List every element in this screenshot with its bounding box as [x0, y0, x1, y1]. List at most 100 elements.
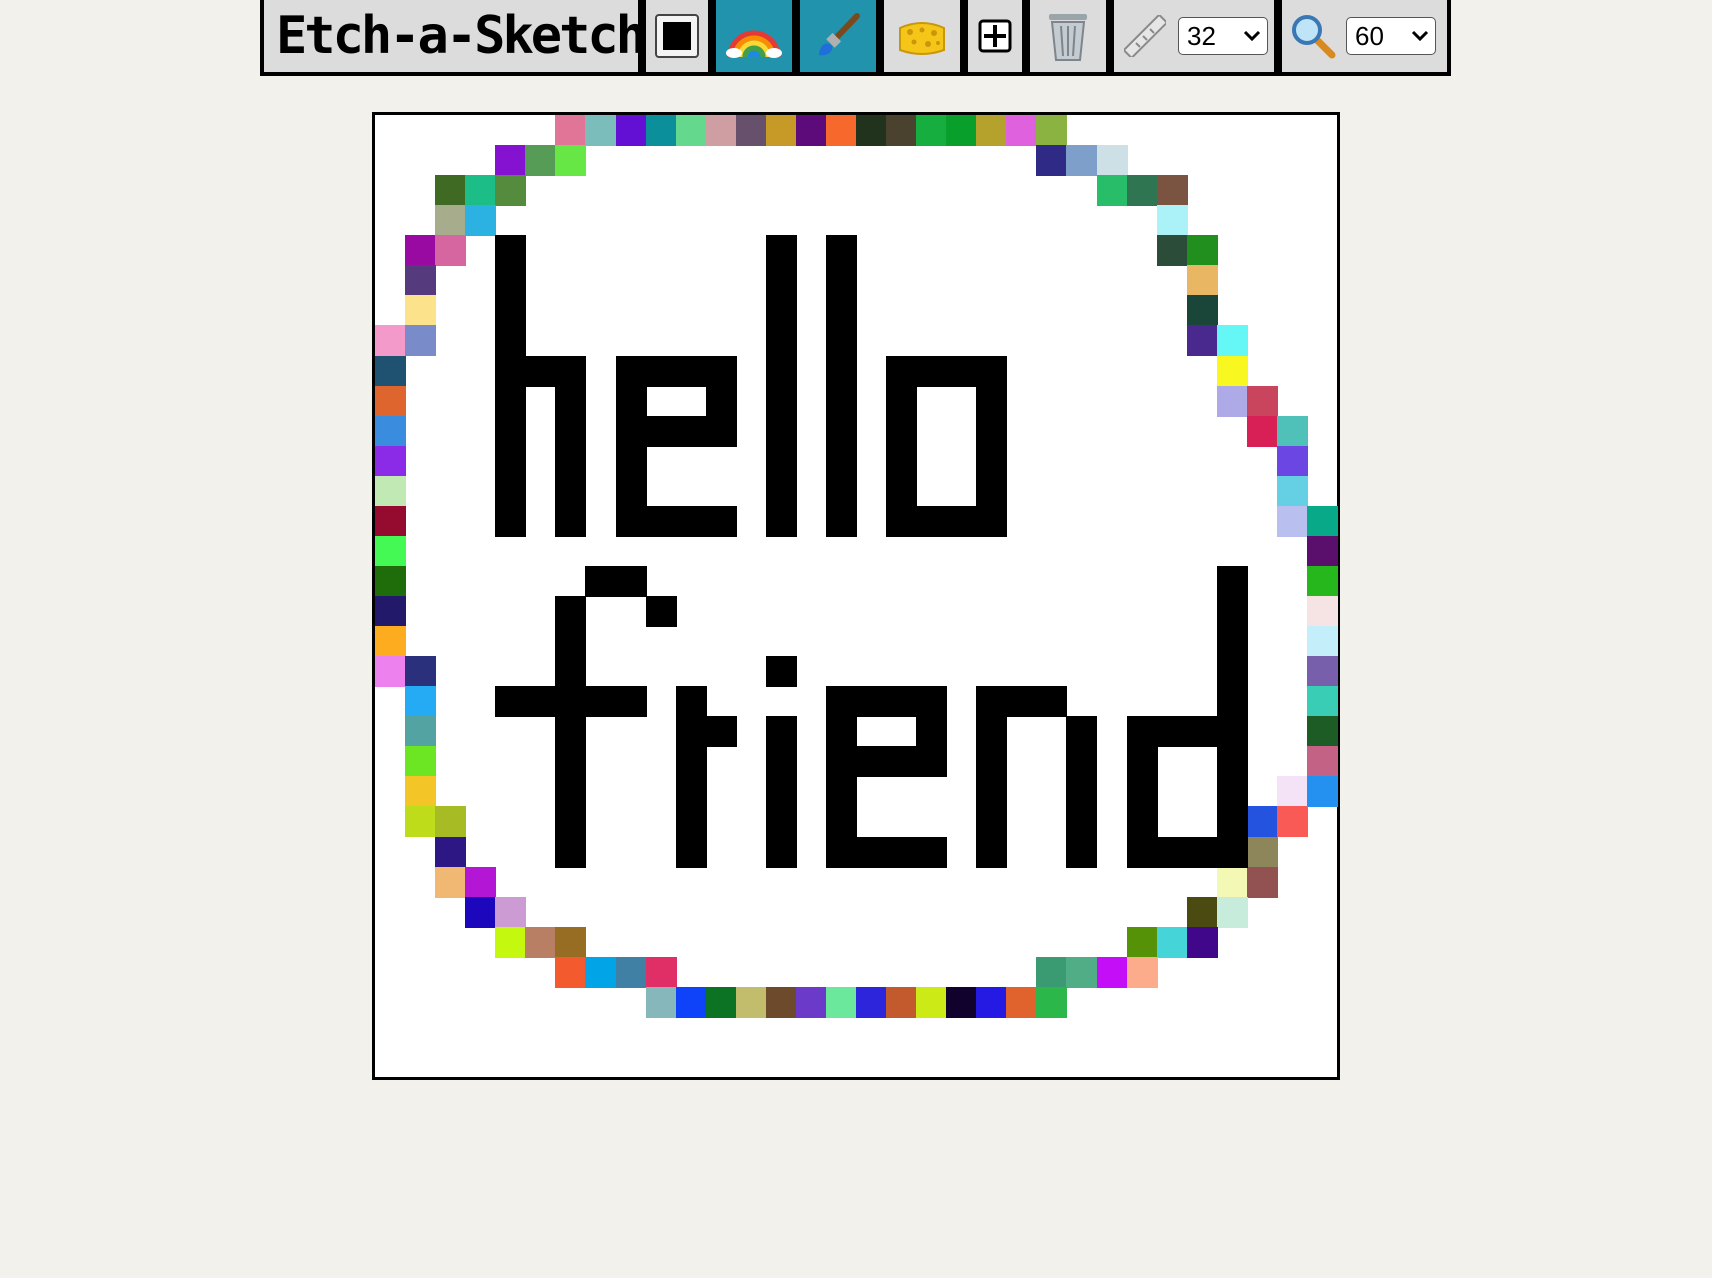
painted-cell[interactable] [1156, 175, 1188, 207]
ink-cell[interactable] [976, 385, 1008, 417]
ink-cell[interactable] [765, 355, 797, 387]
painted-cell[interactable] [585, 956, 617, 988]
ink-cell[interactable] [765, 836, 797, 868]
ink-cell[interactable] [765, 475, 797, 507]
painted-cell[interactable] [465, 866, 497, 898]
painted-cell[interactable] [1006, 986, 1038, 1018]
ink-cell[interactable] [555, 505, 587, 537]
ink-cell[interactable] [1186, 716, 1218, 748]
ink-cell[interactable] [765, 746, 797, 778]
ink-cell[interactable] [825, 806, 857, 838]
ink-cell[interactable] [675, 836, 707, 868]
painted-cell[interactable] [645, 956, 677, 988]
painted-cell[interactable] [916, 115, 948, 146]
painted-cell[interactable] [1036, 956, 1068, 988]
ink-cell[interactable] [946, 355, 978, 387]
painted-cell[interactable] [435, 235, 467, 267]
painted-cell[interactable] [375, 565, 406, 597]
ink-cell[interactable] [1216, 716, 1248, 748]
ink-cell[interactable] [946, 505, 978, 537]
painted-cell[interactable] [495, 145, 527, 177]
ink-cell[interactable] [976, 746, 1008, 778]
painted-cell[interactable] [946, 115, 978, 146]
painted-cell[interactable] [555, 145, 587, 177]
painted-cell[interactable] [1276, 776, 1308, 808]
ink-cell[interactable] [555, 776, 587, 808]
painted-cell[interactable] [825, 986, 857, 1018]
ink-cell[interactable] [555, 415, 587, 447]
painted-cell[interactable] [585, 115, 617, 146]
ink-cell[interactable] [825, 746, 857, 778]
ink-cell[interactable] [976, 716, 1008, 748]
painted-cell[interactable] [675, 986, 707, 1018]
ink-cell[interactable] [615, 445, 647, 477]
painted-cell[interactable] [1306, 535, 1338, 567]
ink-cell[interactable] [645, 415, 677, 447]
ink-cell[interactable] [765, 505, 797, 537]
painted-cell[interactable] [795, 986, 827, 1018]
ink-cell[interactable] [495, 415, 527, 447]
painted-cell[interactable] [705, 986, 737, 1018]
painted-cell[interactable] [1306, 596, 1338, 627]
ink-cell[interactable] [645, 596, 677, 627]
painted-cell[interactable] [1096, 175, 1128, 207]
ink-cell[interactable] [675, 686, 707, 718]
painted-cell[interactable] [555, 956, 587, 988]
painted-cell[interactable] [1186, 265, 1218, 297]
painted-cell[interactable] [1126, 926, 1158, 958]
painted-cell[interactable] [1156, 205, 1188, 237]
ink-cell[interactable] [886, 415, 918, 447]
ink-cell[interactable] [1066, 716, 1098, 748]
ink-cell[interactable] [705, 505, 737, 537]
ink-cell[interactable] [825, 295, 857, 327]
painted-cell[interactable] [675, 115, 707, 146]
ink-cell[interactable] [825, 776, 857, 808]
ink-cell[interactable] [976, 505, 1008, 537]
ink-cell[interactable] [705, 385, 737, 417]
painted-cell[interactable] [405, 776, 437, 808]
ink-cell[interactable] [615, 505, 647, 537]
ink-cell[interactable] [916, 746, 948, 778]
color-picker[interactable] [655, 14, 699, 58]
painted-cell[interactable] [856, 115, 887, 146]
ink-cell[interactable] [675, 716, 707, 748]
ink-cell[interactable] [976, 445, 1008, 477]
ink-cell[interactable] [1126, 806, 1158, 838]
ink-cell[interactable] [1126, 836, 1158, 868]
ink-cell[interactable] [916, 686, 948, 718]
painted-cell[interactable] [375, 445, 406, 477]
ink-cell[interactable] [615, 686, 647, 718]
ink-cell[interactable] [825, 445, 857, 477]
ink-cell[interactable] [615, 355, 647, 387]
ink-cell[interactable] [1216, 746, 1248, 778]
painted-cell[interactable] [645, 986, 677, 1018]
ink-cell[interactable] [555, 355, 587, 387]
grid-size-select[interactable]: 32 [1178, 17, 1268, 55]
clear-button[interactable] [1030, 0, 1106, 72]
painted-cell[interactable] [1186, 896, 1218, 928]
ink-cell[interactable] [1126, 716, 1158, 748]
ink-cell[interactable] [555, 475, 587, 507]
painted-cell[interactable] [435, 175, 467, 207]
ink-cell[interactable] [555, 806, 587, 838]
ink-cell[interactable] [886, 505, 918, 537]
ink-cell[interactable] [976, 686, 1008, 718]
painted-cell[interactable] [1066, 145, 1098, 177]
painted-cell[interactable] [1216, 866, 1248, 898]
ink-cell[interactable] [825, 415, 857, 447]
paintbrush-mode-button[interactable] [800, 0, 876, 72]
ink-cell[interactable] [705, 415, 737, 447]
painted-cell[interactable] [1216, 355, 1248, 387]
ink-cell[interactable] [825, 836, 857, 868]
painted-cell[interactable] [405, 235, 437, 267]
painted-cell[interactable] [916, 986, 948, 1018]
ink-cell[interactable] [585, 565, 617, 597]
painted-cell[interactable] [495, 896, 527, 928]
ink-cell[interactable] [1216, 776, 1248, 808]
painted-cell[interactable] [615, 115, 647, 146]
painted-cell[interactable] [1006, 115, 1038, 146]
ink-cell[interactable] [495, 265, 527, 297]
painted-cell[interactable] [405, 806, 437, 838]
painted-cell[interactable] [1276, 415, 1308, 447]
painted-cell[interactable] [1156, 926, 1188, 958]
